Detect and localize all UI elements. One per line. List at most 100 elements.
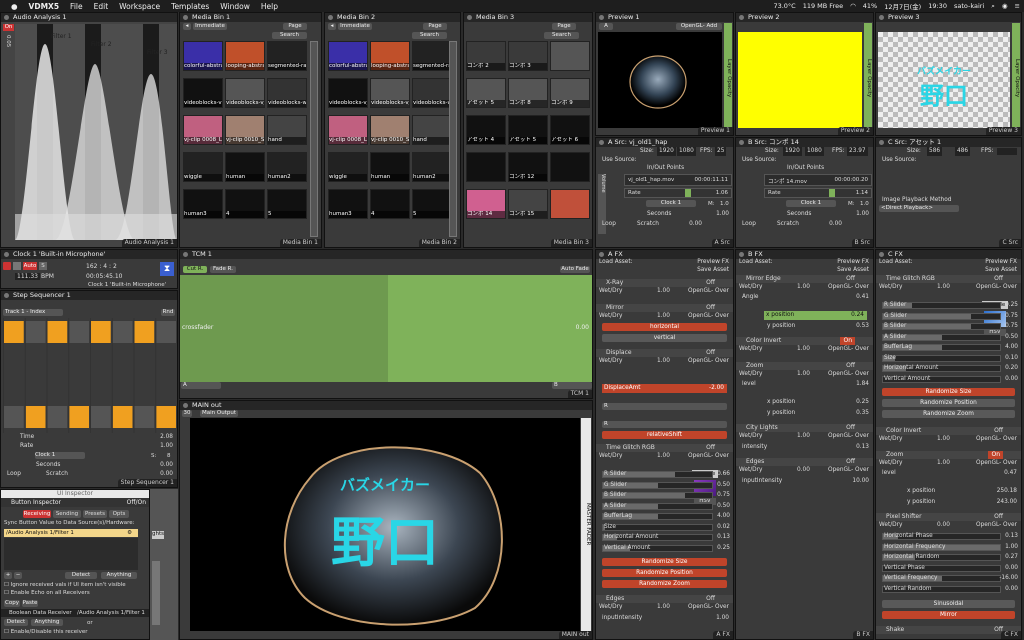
rate-knob[interactable]: [685, 189, 691, 197]
param-slider[interactable]: G Slider 0.50: [597, 481, 733, 490]
siri-icon[interactable]: ◉: [1002, 2, 1008, 10]
off-on-label[interactable]: Off/On: [127, 498, 146, 507]
fx-toggle[interactable]: Off: [846, 424, 855, 432]
fx-toggle[interactable]: Off: [706, 279, 715, 287]
displace-amount-slider[interactable]: DisplaceAmt -2.00: [602, 384, 727, 393]
bin-clip[interactable]: segmented-rac: [412, 41, 452, 71]
relative-shift-button[interactable]: relativeShift: [602, 431, 727, 439]
step-cell[interactable]: [91, 321, 111, 343]
record-button[interactable]: [3, 262, 11, 270]
bpm-field[interactable]: 111.33: [15, 273, 40, 280]
time-status[interactable]: 19:30: [928, 2, 947, 10]
param-slider[interactable]: Vertical Random 0.00: [877, 585, 1021, 594]
layer-opacity-slider[interactable]: Layer Opacity: [724, 23, 732, 133]
step-cell[interactable]: [91, 406, 111, 428]
bin-clip[interactable]: videoblocks-w: [267, 78, 307, 108]
remove-button[interactable]: −: [14, 572, 22, 579]
save-asset-label[interactable]: Save Asset: [837, 266, 869, 275]
battery-status[interactable]: 41%: [863, 2, 877, 10]
bin-page-select[interactable]: Page: [283, 23, 307, 30]
step-cell[interactable]: [112, 406, 133, 428]
fade-button[interactable]: Fade R.: [210, 266, 236, 273]
bin-clip[interactable]: human3: [328, 189, 368, 219]
step-cell[interactable]: [156, 406, 176, 428]
enable-checkbox[interactable]: ☐ Enable/Disable this receiver: [4, 629, 88, 635]
fx-toggle[interactable]: Off: [846, 458, 855, 466]
app-menu[interactable]: VDMX5: [29, 2, 60, 11]
layer-opacity-slider[interactable]: Layer Opacity: [864, 23, 872, 133]
randomize-button[interactable]: Rnd: [161, 309, 175, 316]
bin-prev-button[interactable]: ◂: [183, 23, 191, 30]
wifi-icon[interactable]: ◠: [850, 2, 856, 10]
bin-clip[interactable]: videoblocks-vj: [328, 78, 368, 108]
bin-clip[interactable]: videoblocks-vi: [183, 78, 223, 108]
width-field[interactable]: 1920: [783, 147, 802, 156]
ignore-checkbox[interactable]: ☐ Ignore received vals if UI item isn't …: [4, 582, 126, 588]
track-select[interactable]: Track 1 - Index: [3, 309, 63, 316]
anything-select[interactable]: Anything: [101, 572, 137, 579]
step-cell[interactable]: [69, 321, 89, 343]
height-field[interactable]: 1080: [677, 147, 696, 156]
param-slider[interactable]: Size 0.02: [597, 523, 733, 532]
bin-clip[interactable]: コンポ 2: [466, 41, 506, 71]
b-select[interactable]: B: [552, 382, 592, 389]
step-grid[interactable]: [3, 318, 177, 433]
bin-clip[interactable]: vj-clip 0008_LA: [328, 115, 368, 145]
bin-clip[interactable]: looping-abstrac: [370, 41, 410, 71]
blend-select[interactable]: OpenGL- Over: [976, 459, 1017, 468]
menu-edit[interactable]: Edit: [94, 2, 109, 11]
tab-presets[interactable]: Presets: [83, 510, 107, 518]
width-field[interactable]: 586: [927, 147, 943, 156]
step-cell[interactable]: [69, 406, 89, 428]
date-status[interactable]: 12月7日(金): [884, 1, 921, 11]
fx-toggle[interactable]: On: [988, 451, 1003, 459]
layer-opacity-slider[interactable]: Layer Opacity: [1012, 23, 1020, 133]
step-cell[interactable]: [156, 321, 176, 343]
resolution-select[interactable]: 30: [182, 410, 192, 417]
menu-window[interactable]: Window: [220, 2, 250, 11]
layer-select[interactable]: A: [599, 23, 613, 30]
fx-edges-header[interactable]: Edges Off: [736, 458, 873, 466]
tap-tempo-icon[interactable]: ⧗: [160, 262, 174, 276]
fx-time-glitch-header[interactable]: Time Glitch RGB Off: [876, 275, 1021, 283]
fx-zoom-header[interactable]: Zoom On: [876, 451, 1021, 459]
loop-select[interactable]: Loop: [602, 220, 616, 229]
bin-clip[interactable]: コンポ 15: [508, 189, 548, 219]
bin-clip[interactable]: コンポ 3: [508, 41, 548, 71]
blend-select[interactable]: OpenGL- Over: [688, 312, 729, 321]
fx-edges-header[interactable]: Edges Off: [596, 595, 733, 603]
fps-field[interactable]: 25: [715, 147, 727, 156]
bin-clip[interactable]: hand: [412, 115, 452, 145]
param-slider[interactable]: Vertical Amount 0.00: [877, 375, 1021, 384]
param-slider[interactable]: BufferLag 4.00: [597, 512, 733, 521]
echo-checkbox[interactable]: ☐ Enable Echo on all Receivers: [4, 590, 90, 596]
crossfader-b-side[interactable]: [388, 275, 592, 382]
memory-status[interactable]: 119 MB Free: [803, 2, 843, 10]
bin-clip[interactable]: 4: [370, 189, 410, 219]
blend-select[interactable]: OpenGL- Over: [828, 466, 869, 475]
bin-scrollbar[interactable]: [310, 41, 318, 237]
channel-select-1[interactable]: R: [602, 403, 727, 410]
param-slider[interactable]: B Slider 0.75: [597, 491, 733, 500]
blend-select[interactable]: OpenGL- Over: [688, 287, 729, 296]
blend-select[interactable]: OpenGL- Over: [976, 283, 1017, 292]
step-cell[interactable]: [134, 321, 155, 343]
bin-mode-select[interactable]: Immediate: [338, 23, 372, 30]
bin-mode-select[interactable]: Immediate: [193, 23, 227, 30]
fx-toggle[interactable]: Off: [994, 513, 1003, 521]
boolean-receiver-row[interactable]: Boolean Data Receiver/Audio Analysis 1/F…: [1, 609, 149, 617]
bin-page-select[interactable]: Page: [423, 23, 447, 30]
fx-displace-header[interactable]: Displace Off: [596, 349, 733, 357]
fps-field[interactable]: [997, 148, 1017, 155]
bin-clip[interactable]: colorful-abstra: [328, 41, 368, 71]
playback-method-select[interactable]: <Direct Playback>: [879, 205, 959, 212]
bin-clip[interactable]: videoblocks-w: [412, 78, 452, 108]
cut-button[interactable]: Cut R.: [183, 266, 207, 273]
height-field[interactable]: 1080: [805, 147, 824, 156]
param-slider[interactable]: R Slider 0.66: [597, 470, 733, 479]
fx-xray-header[interactable]: X-Ray Off: [596, 279, 733, 287]
output-select[interactable]: Main Output: [200, 410, 238, 417]
bin-search-field[interactable]: Search: [544, 32, 579, 39]
fx-color-invert-header[interactable]: Color Invert On: [736, 337, 873, 345]
fx-city-lights-header[interactable]: City Lights Off: [736, 424, 873, 432]
